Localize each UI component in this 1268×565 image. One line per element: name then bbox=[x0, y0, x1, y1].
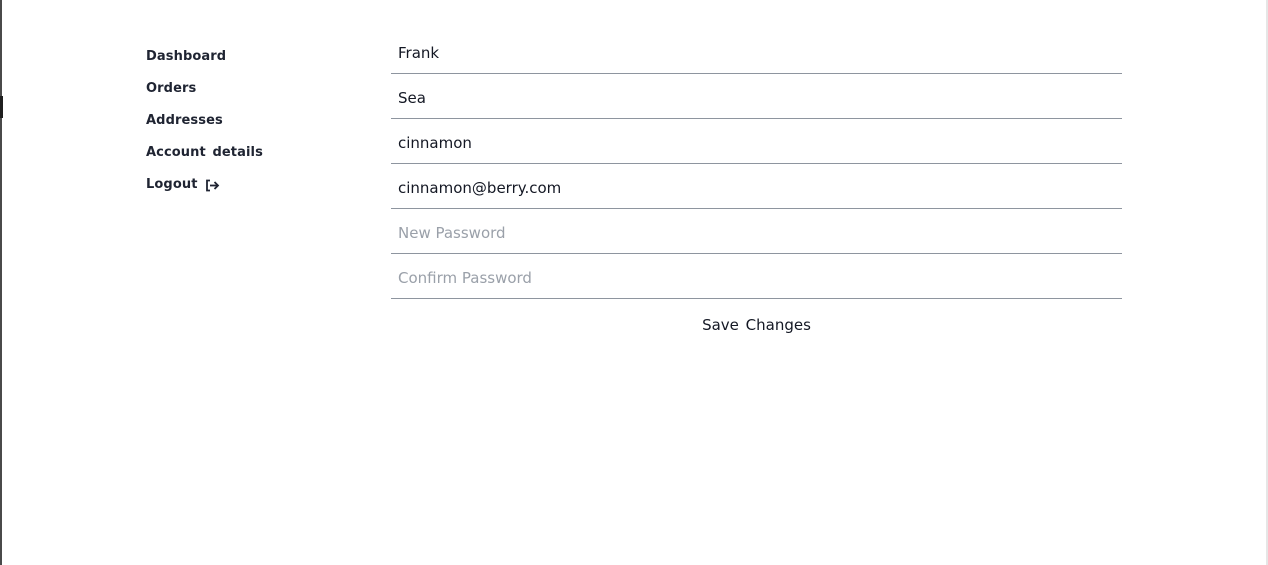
confirm-password-input[interactable] bbox=[391, 263, 1122, 299]
window-left-border bbox=[0, 0, 2, 565]
sidebar-item-addresses[interactable]: Addresses bbox=[146, 105, 346, 137]
sidebar-item-label: Addresses bbox=[146, 113, 223, 128]
sidebar-item-label: Account details bbox=[146, 145, 263, 160]
sidebar-item-dashboard[interactable]: Dashboard bbox=[146, 41, 346, 73]
form-actions: Save Changes bbox=[391, 316, 1122, 334]
email-field bbox=[391, 164, 1122, 209]
save-changes-button[interactable]: Save Changes bbox=[702, 316, 811, 334]
first-name-field bbox=[391, 29, 1122, 74]
logout-icon bbox=[205, 179, 220, 192]
email-input[interactable] bbox=[391, 173, 1122, 209]
username-field bbox=[391, 119, 1122, 164]
sidebar-item-account-details[interactable]: Account details bbox=[146, 137, 346, 169]
sidebar-item-label: Logout bbox=[146, 177, 198, 192]
confirm-password-field bbox=[391, 254, 1122, 299]
account-sidebar: Dashboard Orders Addresses Account detai… bbox=[146, 41, 346, 201]
new-password-input[interactable] bbox=[391, 218, 1122, 254]
window-left-marker bbox=[0, 96, 3, 118]
sidebar-item-label: Dashboard bbox=[146, 49, 227, 64]
last-name-field bbox=[391, 74, 1122, 119]
first-name-input[interactable] bbox=[391, 38, 1122, 74]
new-password-field bbox=[391, 209, 1122, 254]
username-input[interactable] bbox=[391, 128, 1122, 164]
sidebar-item-logout[interactable]: Logout bbox=[146, 169, 346, 201]
last-name-input[interactable] bbox=[391, 83, 1122, 119]
sidebar-item-label: Orders bbox=[146, 81, 197, 96]
sidebar-item-orders[interactable]: Orders bbox=[146, 73, 346, 105]
account-details-form: Save Changes bbox=[391, 29, 1122, 334]
